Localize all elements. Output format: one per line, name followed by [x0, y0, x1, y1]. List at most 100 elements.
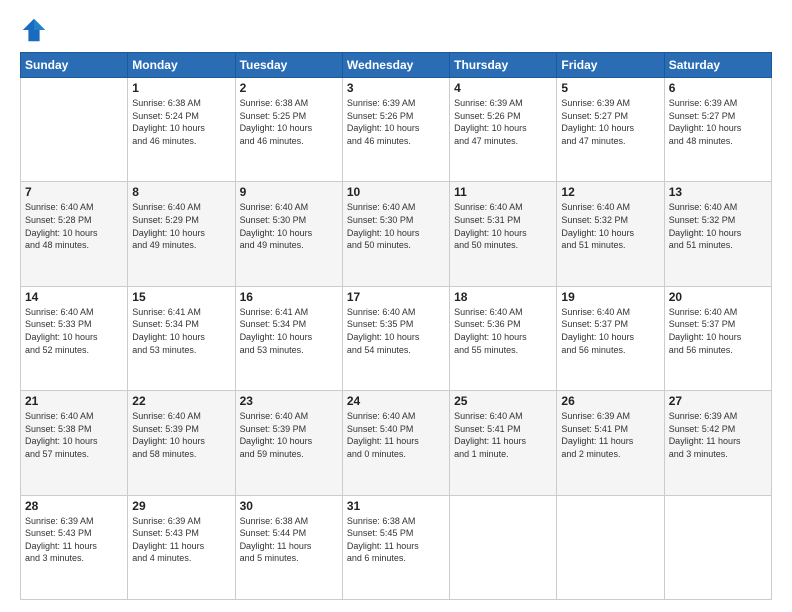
day-number: 19: [561, 290, 659, 304]
day-number: 26: [561, 394, 659, 408]
day-info: Sunrise: 6:39 AM Sunset: 5:26 PM Dayligh…: [454, 97, 552, 147]
day-info: Sunrise: 6:41 AM Sunset: 5:34 PM Dayligh…: [132, 306, 230, 356]
day-number: 8: [132, 185, 230, 199]
day-cell: 23 Sunrise: 6:40 AM Sunset: 5:39 PM Dayli…: [235, 391, 342, 495]
day-cell: 31 Sunrise: 6:38 AM Sunset: 5:45 PM Dayli…: [342, 495, 449, 599]
day-info: Sunrise: 6:40 AM Sunset: 5:40 PM Dayligh…: [347, 410, 445, 460]
day-number: 6: [669, 81, 767, 95]
day-number: 29: [132, 499, 230, 513]
day-cell: 17 Sunrise: 6:40 AM Sunset: 5:35 PM Dayli…: [342, 286, 449, 390]
day-info: Sunrise: 6:40 AM Sunset: 5:39 PM Dayligh…: [240, 410, 338, 460]
day-number: 2: [240, 81, 338, 95]
day-info: Sunrise: 6:40 AM Sunset: 5:30 PM Dayligh…: [240, 201, 338, 251]
week-row-5: 28 Sunrise: 6:39 AM Sunset: 5:43 PM Dayli…: [21, 495, 772, 599]
day-number: 15: [132, 290, 230, 304]
day-info: Sunrise: 6:40 AM Sunset: 5:37 PM Dayligh…: [669, 306, 767, 356]
day-cell: 13Sunrise: 6:40 AM Sunset: 5:32 PM Dayli…: [664, 182, 771, 286]
day-info: Sunrise: 6:39 AM Sunset: 5:43 PM Dayligh…: [132, 515, 230, 565]
day-cell: 3 Sunrise: 6:39 AM Sunset: 5:26 PM Daylig…: [342, 78, 449, 182]
col-header-monday: Monday: [128, 53, 235, 78]
logo-icon: [20, 16, 48, 44]
day-info: Sunrise: 6:39 AM Sunset: 5:27 PM Dayligh…: [669, 97, 767, 147]
day-number: 31: [347, 499, 445, 513]
day-number: 3: [347, 81, 445, 95]
day-cell: [557, 495, 664, 599]
day-cell: 7 Sunrise: 6:40 AM Sunset: 5:28 PM Daylig…: [21, 182, 128, 286]
day-cell: 4 Sunrise: 6:39 AM Sunset: 5:26 PM Daylig…: [450, 78, 557, 182]
day-cell: 11 Sunrise: 6:40 AM Sunset: 5:31 PM Dayli…: [450, 182, 557, 286]
day-number: 22: [132, 394, 230, 408]
day-number: 1: [132, 81, 230, 95]
day-number: 4: [454, 81, 552, 95]
day-info: Sunrise: 6:39 AM Sunset: 5:41 PM Dayligh…: [561, 410, 659, 460]
day-cell: 16 Sunrise: 6:41 AM Sunset: 5:34 PM Dayli…: [235, 286, 342, 390]
day-cell: 22 Sunrise: 6:40 AM Sunset: 5:39 PM Dayli…: [128, 391, 235, 495]
col-header-sunday: Sunday: [21, 53, 128, 78]
day-cell: [450, 495, 557, 599]
day-cell: 5 Sunrise: 6:39 AM Sunset: 5:27 PM Daylig…: [557, 78, 664, 182]
day-cell: 21Sunrise: 6:40 AM Sunset: 5:38 PM Dayli…: [21, 391, 128, 495]
day-cell: 20 Sunrise: 6:40 AM Sunset: 5:37 PM Dayli…: [664, 286, 771, 390]
logo: [20, 16, 52, 44]
day-info: Sunrise: 6:39 AM Sunset: 5:43 PM Dayligh…: [25, 515, 123, 565]
day-info: Sunrise: 6:40 AM Sunset: 5:28 PM Dayligh…: [25, 201, 123, 251]
day-cell: 27Sunrise: 6:39 AM Sunset: 5:42 PM Dayli…: [664, 391, 771, 495]
day-number: 18: [454, 290, 552, 304]
day-number: 11: [454, 185, 552, 199]
col-header-wednesday: Wednesday: [342, 53, 449, 78]
day-info: Sunrise: 6:39 AM Sunset: 5:27 PM Dayligh…: [561, 97, 659, 147]
day-cell: 18 Sunrise: 6:40 AM Sunset: 5:36 PM Dayli…: [450, 286, 557, 390]
day-cell: 6 Sunrise: 6:39 AM Sunset: 5:27 PM Daylig…: [664, 78, 771, 182]
day-info: Sunrise: 6:39 AM Sunset: 5:26 PM Dayligh…: [347, 97, 445, 147]
day-info: Sunrise: 6:40 AM Sunset: 5:31 PM Dayligh…: [454, 201, 552, 251]
day-cell: [664, 495, 771, 599]
day-info: Sunrise: 6:40 AM Sunset: 5:39 PM Dayligh…: [132, 410, 230, 460]
day-cell: 28 Sunrise: 6:39 AM Sunset: 5:43 PM Dayli…: [21, 495, 128, 599]
day-cell: 29 Sunrise: 6:39 AM Sunset: 5:43 PM Dayli…: [128, 495, 235, 599]
day-cell: [21, 78, 128, 182]
day-number: 27: [669, 394, 767, 408]
day-info: Sunrise: 6:41 AM Sunset: 5:34 PM Dayligh…: [240, 306, 338, 356]
day-number: 5: [561, 81, 659, 95]
day-info: Sunrise: 6:38 AM Sunset: 5:44 PM Dayligh…: [240, 515, 338, 565]
day-cell: 26 Sunrise: 6:39 AM Sunset: 5:41 PM Dayli…: [557, 391, 664, 495]
day-cell: 15 Sunrise: 6:41 AM Sunset: 5:34 PM Dayli…: [128, 286, 235, 390]
day-info: Sunrise: 6:40 AM Sunset: 5:33 PM Dayligh…: [25, 306, 123, 356]
day-number: 24: [347, 394, 445, 408]
day-info: Sunrise: 6:40 AM Sunset: 5:30 PM Dayligh…: [347, 201, 445, 251]
col-header-saturday: Saturday: [664, 53, 771, 78]
day-info: Sunrise: 6:38 AM Sunset: 5:25 PM Dayligh…: [240, 97, 338, 147]
day-info: Sunrise: 6:38 AM Sunset: 5:45 PM Dayligh…: [347, 515, 445, 565]
day-cell: 19 Sunrise: 6:40 AM Sunset: 5:37 PM Dayli…: [557, 286, 664, 390]
day-number: 23: [240, 394, 338, 408]
page: SundayMondayTuesdayWednesdayThursdayFrid…: [0, 0, 792, 612]
col-header-tuesday: Tuesday: [235, 53, 342, 78]
week-row-2: 7 Sunrise: 6:40 AM Sunset: 5:28 PM Daylig…: [21, 182, 772, 286]
day-number: 14: [25, 290, 123, 304]
day-info: Sunrise: 6:40 AM Sunset: 5:36 PM Dayligh…: [454, 306, 552, 356]
day-cell: 2 Sunrise: 6:38 AM Sunset: 5:25 PM Daylig…: [235, 78, 342, 182]
day-number: 17: [347, 290, 445, 304]
day-number: 7: [25, 185, 123, 199]
col-header-friday: Friday: [557, 53, 664, 78]
day-number: 9: [240, 185, 338, 199]
calendar-header-row: SundayMondayTuesdayWednesdayThursdayFrid…: [21, 53, 772, 78]
day-number: 12: [561, 185, 659, 199]
day-number: 20: [669, 290, 767, 304]
day-info: Sunrise: 6:40 AM Sunset: 5:35 PM Dayligh…: [347, 306, 445, 356]
week-row-1: 1Sunrise: 6:38 AM Sunset: 5:24 PM Daylig…: [21, 78, 772, 182]
calendar-table: SundayMondayTuesdayWednesdayThursdayFrid…: [20, 52, 772, 600]
day-cell: 24 Sunrise: 6:40 AM Sunset: 5:40 PM Dayli…: [342, 391, 449, 495]
day-info: Sunrise: 6:40 AM Sunset: 5:32 PM Dayligh…: [561, 201, 659, 251]
day-number: 10: [347, 185, 445, 199]
day-cell: 10 Sunrise: 6:40 AM Sunset: 5:30 PM Dayli…: [342, 182, 449, 286]
day-info: Sunrise: 6:40 AM Sunset: 5:37 PM Dayligh…: [561, 306, 659, 356]
week-row-3: 14 Sunrise: 6:40 AM Sunset: 5:33 PM Dayli…: [21, 286, 772, 390]
day-number: 16: [240, 290, 338, 304]
day-number: 30: [240, 499, 338, 513]
header: [20, 16, 772, 44]
day-cell: 12 Sunrise: 6:40 AM Sunset: 5:32 PM Dayli…: [557, 182, 664, 286]
day-number: 28: [25, 499, 123, 513]
week-row-4: 21Sunrise: 6:40 AM Sunset: 5:38 PM Dayli…: [21, 391, 772, 495]
day-info: Sunrise: 6:40 AM Sunset: 5:38 PM Dayligh…: [25, 410, 123, 460]
